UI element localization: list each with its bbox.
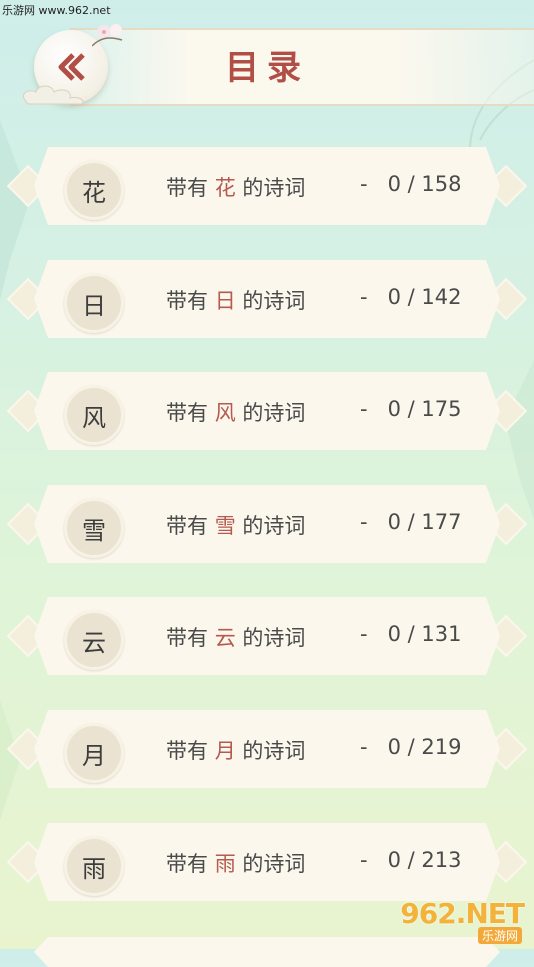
list-item-hua[interactable]: 花 带有 花 的诗词 - 0 / 158 [0, 147, 534, 227]
item-label: 带有 雨 的诗词 [166, 852, 306, 876]
highlight-char: 花 [214, 176, 236, 200]
char-badge: 花 [64, 160, 124, 220]
item-label: 带有 花 的诗词 [166, 176, 306, 200]
list-item-xue[interactable]: 雪 带有 雪 的诗词 - 0 / 177 [0, 485, 534, 565]
item-label: 带有 云 的诗词 [166, 626, 306, 650]
highlight-char: 月 [214, 739, 236, 763]
item-label: 带有 月 的诗词 [166, 739, 306, 763]
item-label: 带有 雪 的诗词 [166, 514, 306, 538]
list-item-feng[interactable]: 风 带有 风 的诗词 - 0 / 175 [0, 372, 534, 452]
char-badge: 日 [64, 273, 124, 333]
background-scenery [0, 59, 534, 820]
item-progress-count: - 0 / 142 [360, 285, 462, 309]
watermark-brand-cn: 乐游网 [477, 927, 522, 944]
highlight-char: 雪 [214, 514, 236, 538]
char-badge: 月 [64, 723, 124, 783]
item-label: 带有 风 的诗词 [166, 401, 306, 425]
char-badge: 云 [64, 610, 124, 670]
char-badge: 雨 [64, 836, 124, 896]
item-progress-count: - 0 / 131 [360, 622, 462, 646]
char-badge: 雪 [64, 498, 124, 558]
item-progress-count: - 0 / 177 [360, 510, 462, 534]
item-progress-count: - 0 / 158 [360, 172, 462, 196]
blossom-icon [92, 24, 123, 47]
list-item-yue[interactable]: 月 带有 月 的诗词 - 0 / 219 [0, 710, 534, 790]
watermark-logo: 962.NET 乐游网 [398, 897, 528, 945]
watermark-top: 乐游网 www.962.net [2, 4, 111, 17]
watermark-brand: 962.NET [400, 897, 525, 930]
highlight-char: 雨 [214, 852, 236, 876]
item-progress-count: - 0 / 213 [360, 848, 462, 872]
highlight-char: 日 [214, 289, 236, 313]
char-badge: 风 [64, 385, 124, 445]
item-label: 带有 日 的诗词 [166, 289, 306, 313]
list-item-yu[interactable]: 雨 带有 雨 的诗词 - 0 / 213 [0, 823, 534, 903]
item-progress-count: - 0 / 175 [360, 397, 462, 421]
cloud-icon [22, 85, 84, 105]
highlight-char: 风 [214, 401, 236, 425]
list-item-ri[interactable]: 日 带有 日 的诗词 - 0 / 142 [0, 260, 534, 340]
list-item-yun[interactable]: 云 带有 云 的诗词 - 0 / 131 [0, 597, 534, 677]
item-progress-count: - 0 / 219 [360, 735, 462, 759]
highlight-char: 云 [214, 626, 236, 650]
